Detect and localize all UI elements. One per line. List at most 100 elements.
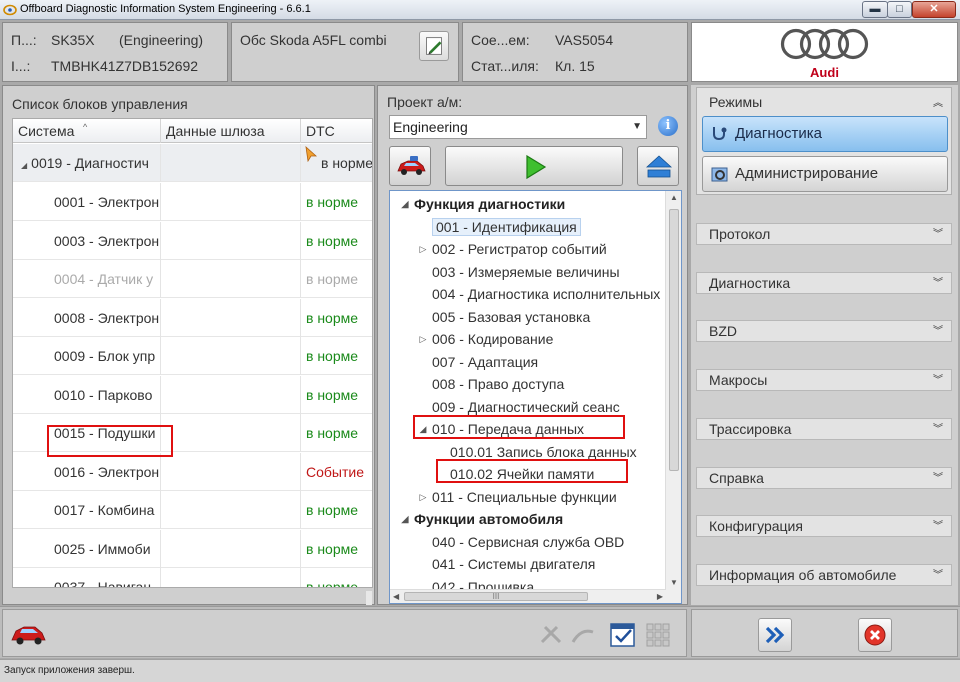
- project-select-label: Проект а/м:: [387, 94, 463, 110]
- diagnostics-mode-button[interactable]: Диагностика: [702, 116, 948, 152]
- eject-button[interactable]: [637, 146, 679, 186]
- table-row[interactable]: 0025 - Иммоби в норме: [13, 529, 372, 568]
- info-icon[interactable]: i: [658, 116, 678, 136]
- next-button[interactable]: [758, 618, 792, 652]
- tree-category[interactable]: ◢ Функции автомобиля: [402, 508, 564, 530]
- gateway-cell: [161, 568, 301, 587]
- tree-item[interactable]: ▷ 002 - Регистратор событий: [420, 238, 607, 260]
- control-unit-table[interactable]: Система ^ Данные шлюза DTC ◢ 0019 - Диагн…: [12, 118, 373, 588]
- table-row[interactable]: 0037 - Навигац в норме: [13, 568, 372, 587]
- nav-section[interactable]: Макросы ︾: [696, 369, 952, 392]
- tree-item[interactable]: ▷ 011 - Специальные функции: [420, 486, 617, 508]
- close-button[interactable]: ✕: [912, 1, 956, 18]
- connection-label: Сое...ем:: [471, 32, 530, 48]
- table-scroll-stub[interactable]: [366, 591, 372, 605]
- brand-logo-box: Audi: [691, 22, 958, 82]
- collapse-triangle-icon[interactable]: ◢: [21, 161, 27, 170]
- gateway-cell: [161, 452, 301, 491]
- table-row[interactable]: 0003 - Электрон в норме: [13, 221, 372, 260]
- disconnect-tools-icon[interactable]: [539, 624, 563, 646]
- tree-horizontal-scrollbar[interactable]: ◀ III ▶: [390, 589, 666, 603]
- tree-item-label: 008 - Право доступа: [432, 376, 565, 392]
- tree-category[interactable]: ◢ Функция диагностики: [402, 193, 566, 215]
- expand-triangle-icon[interactable]: ▷: [418, 486, 428, 508]
- tree-item[interactable]: 007 - Адаптация: [432, 351, 538, 373]
- nav-section[interactable]: Протокол ︾: [696, 223, 952, 245]
- vehicle-select-button[interactable]: [389, 146, 431, 186]
- expand-triangle-icon[interactable]: ▷: [418, 328, 428, 350]
- terminal-status-label: Стат...иля:: [471, 58, 539, 74]
- diagnostics-mode-label: Диагностика: [735, 125, 822, 142]
- car-icon: [397, 156, 426, 175]
- vehicle-id-box: П...: SK35X (Engineering) I...: TMBHK41Z…: [2, 22, 228, 82]
- table-group-row[interactable]: ◢ 0019 - Диагностич в норме: [13, 144, 372, 182]
- nav-section-label: Диагностика: [709, 274, 791, 291]
- table-row[interactable]: 0017 - Комбина в норме: [13, 491, 372, 529]
- project-select[interactable]: Engineering ▼: [389, 115, 647, 139]
- cable-icon[interactable]: [571, 624, 595, 646]
- tree-item[interactable]: 008 - Право доступа: [432, 373, 564, 395]
- tree-item[interactable]: 040 - Сервисная служба OBD: [432, 531, 624, 553]
- tree-item[interactable]: 001 - Идентификация: [432, 216, 581, 238]
- nav-section[interactable]: Информация об автомобиле ︾: [696, 563, 952, 586]
- terminal-status-value: Кл. 15: [555, 58, 595, 74]
- tree-item[interactable]: ▷ 006 - Кодирование: [420, 328, 554, 350]
- dtc-cell: в норме: [306, 348, 359, 364]
- maximize-button[interactable]: □: [887, 1, 912, 18]
- nav-section[interactable]: BZD ︾: [696, 320, 952, 343]
- vehicle-model-box: Обс Skoda A5FL combi: [231, 22, 459, 82]
- tree-item-label: 006 - Кодирование: [432, 331, 554, 347]
- tree-item[interactable]: 005 - Базовая установка: [432, 306, 590, 328]
- gateway-cell: [161, 221, 301, 260]
- tree-item[interactable]: 041 - Системы двигателя: [432, 553, 595, 575]
- table-row[interactable]: 0008 - Электрон в норме: [13, 298, 372, 337]
- tree-item-label: 007 - Адаптация: [432, 353, 539, 370]
- column-header-dtc[interactable]: DTC: [301, 119, 372, 143]
- nav-section[interactable]: Справка ︾: [696, 466, 952, 489]
- table-row[interactable]: 0016 - Электрон Событие: [13, 452, 372, 491]
- minimize-button[interactable]: ▬: [862, 1, 888, 18]
- table-row[interactable]: 0009 - Блок упр в норме: [13, 337, 372, 375]
- horizontal-scroll-thumb[interactable]: III: [404, 592, 588, 601]
- system-cell: 0004 - Датчик у: [13, 260, 161, 298]
- car-icon[interactable]: [9, 618, 47, 650]
- expand-triangle-icon[interactable]: ▷: [418, 238, 428, 260]
- collapse-triangle-icon[interactable]: ◢: [400, 193, 410, 215]
- scroll-up-arrow-icon[interactable]: ▲: [666, 193, 681, 202]
- tree-vertical-scrollbar[interactable]: ▲ ▼: [665, 191, 681, 603]
- dtc-cell: в норме: [306, 271, 359, 287]
- scroll-left-arrow-icon[interactable]: ◀: [393, 590, 399, 603]
- table-row[interactable]: 0010 - Парково в норме: [13, 375, 372, 414]
- gateway-cell: [161, 337, 301, 375]
- administration-mode-button[interactable]: Администрирование: [702, 156, 948, 192]
- collapse-triangle-icon[interactable]: ◢: [400, 508, 410, 530]
- cancel-button[interactable]: [858, 618, 892, 652]
- collapse-chevron-icon[interactable]: ︽: [933, 94, 943, 109]
- expand-chevron-icon: ︾: [933, 229, 943, 240]
- scroll-thumb[interactable]: [669, 209, 679, 471]
- control-unit-list-title: Список блоков управления: [12, 96, 188, 112]
- dtc-cell: Событие: [306, 463, 364, 480]
- nav-section[interactable]: Трассировка ︾: [696, 417, 952, 440]
- nav-section-label: Справка: [709, 469, 764, 486]
- bottom-right-toolbar: [691, 609, 958, 657]
- table-row[interactable]: 0001 - Электрон в норме: [13, 183, 372, 221]
- expand-chevron-icon: ︾: [933, 375, 943, 387]
- column-header-system[interactable]: Система ^: [13, 119, 161, 143]
- nav-section[interactable]: Диагностика ︾: [696, 271, 952, 294]
- function-tree[interactable]: ◢ Функция диагностики 001 - Идентификация ▷…: [389, 190, 682, 604]
- table-row[interactable]: 0004 - Датчик у в норме: [13, 260, 372, 298]
- column-header-label: Система: [18, 123, 75, 139]
- scroll-down-arrow-icon[interactable]: ▼: [666, 578, 681, 587]
- tree-item[interactable]: 003 - Измеряемые величины: [432, 261, 620, 283]
- column-header-gateway[interactable]: Данные шлюза: [161, 119, 301, 143]
- nav-section[interactable]: Конфигурация ︾: [696, 515, 952, 538]
- tree-item[interactable]: 004 - Диагностика исполнительных: [432, 283, 660, 305]
- project-code: SK35X: [51, 32, 95, 48]
- start-diagnosis-button[interactable]: [445, 146, 623, 186]
- grid-table-icon[interactable]: [645, 622, 671, 648]
- scroll-right-arrow-icon[interactable]: ▶: [657, 590, 663, 603]
- checklist-icon[interactable]: [609, 621, 637, 648]
- edit-vehicle-button[interactable]: [419, 31, 449, 61]
- title-bar: Offboard Diagnostic Information System E…: [0, 0, 960, 20]
